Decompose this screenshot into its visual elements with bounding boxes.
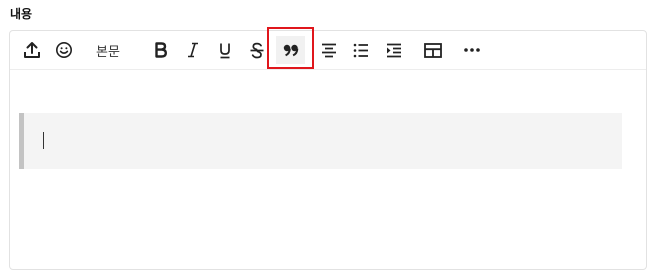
smiley-icon xyxy=(55,41,73,59)
quote-icon xyxy=(283,43,299,57)
bulleted-list-button[interactable] xyxy=(350,36,372,64)
editor-toolbar: 본문 xyxy=(10,27,646,70)
table-icon xyxy=(424,42,442,58)
underline-icon xyxy=(218,42,232,59)
content-field-label: 내용 xyxy=(10,7,33,21)
strikethrough-button[interactable] xyxy=(246,36,268,64)
align-center-icon xyxy=(321,43,337,58)
upload-icon xyxy=(23,41,41,59)
bold-button[interactable] xyxy=(150,36,172,64)
upload-button[interactable] xyxy=(20,36,44,64)
more-icon xyxy=(463,47,481,53)
text-style-value: 본문 xyxy=(96,44,120,60)
blockquote-block[interactable] xyxy=(19,113,622,169)
bold-icon xyxy=(154,42,168,58)
rich-text-editor: 본문 xyxy=(9,27,647,270)
underline-button[interactable] xyxy=(214,36,236,64)
indent-button[interactable] xyxy=(383,36,405,64)
italic-button[interactable] xyxy=(182,36,204,64)
text-style-dropdown[interactable]: 본문 xyxy=(88,36,128,64)
strikethrough-icon xyxy=(249,42,265,59)
align-center-button[interactable] xyxy=(318,36,340,64)
table-button[interactable] xyxy=(422,36,444,64)
italic-icon xyxy=(186,42,200,58)
editor-content-area[interactable] xyxy=(10,70,646,269)
emoji-button[interactable] xyxy=(52,36,76,64)
text-cursor xyxy=(43,132,44,149)
quote-button[interactable] xyxy=(276,36,305,64)
more-button[interactable] xyxy=(461,36,483,64)
bulleted-list-icon xyxy=(353,43,369,58)
indent-icon xyxy=(386,43,402,58)
